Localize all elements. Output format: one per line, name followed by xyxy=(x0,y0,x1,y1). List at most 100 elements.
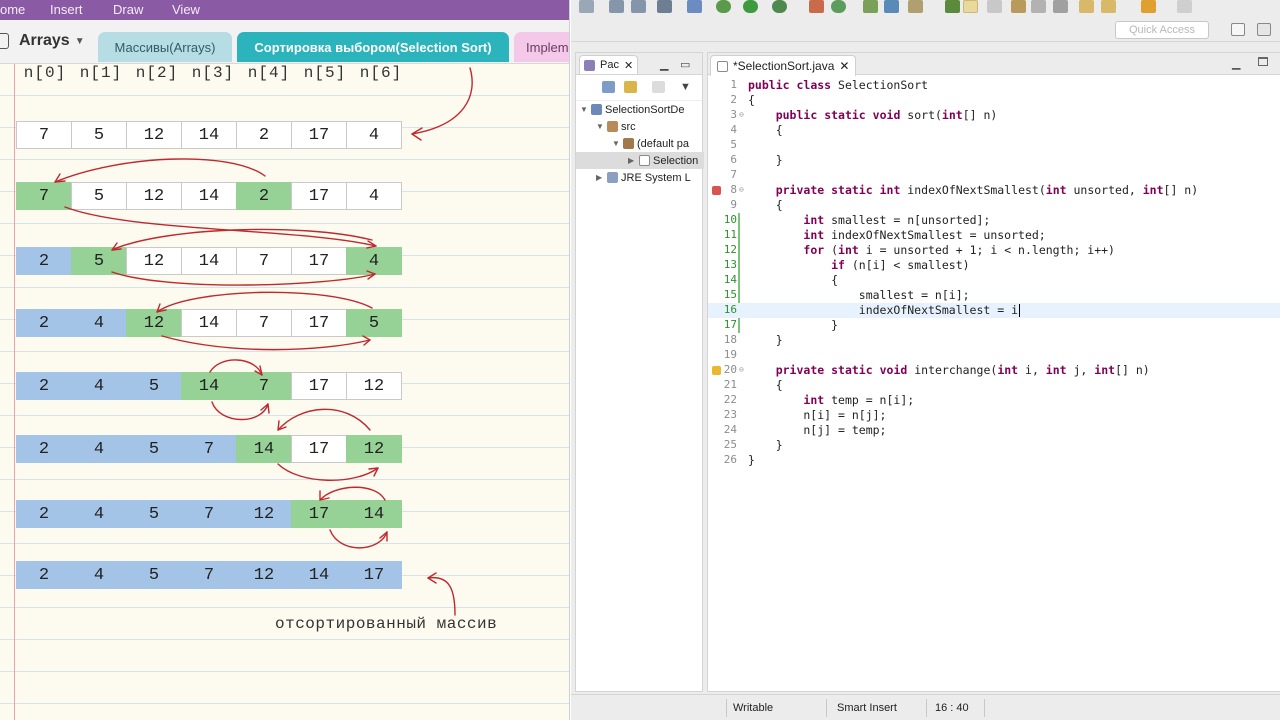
word-wrap-icon[interactable] xyxy=(1031,0,1046,13)
code-line[interactable]: 4 { xyxy=(708,123,1280,138)
code-line[interactable]: 8 ⊖ private static int indexOfNextSmalles… xyxy=(708,183,1280,198)
previous-annotation-icon[interactable] xyxy=(1079,0,1094,13)
external-tools-icon[interactable] xyxy=(809,0,824,13)
source-folder-icon xyxy=(607,121,618,132)
code-line[interactable]: 3 ⊖ public static void sort(int[] n) xyxy=(708,108,1280,123)
line-number: 18 xyxy=(723,333,737,346)
save-all-icon[interactable] xyxy=(631,0,646,13)
last-edit-location-icon[interactable] xyxy=(1101,0,1116,13)
code-line[interactable]: 1 public class SelectionSort xyxy=(708,78,1280,93)
focus-icon[interactable] xyxy=(652,81,665,93)
print-icon[interactable] xyxy=(657,0,672,13)
status-cursor-position: 16 : 40 xyxy=(935,702,969,714)
expand-arrow-icon: ▼ xyxy=(612,139,620,148)
maximize-icon[interactable]: ▭ xyxy=(680,58,690,71)
code-line[interactable]: 24 n[j] = temp; xyxy=(708,423,1280,438)
close-icon[interactable]: ✕ xyxy=(839,59,849,73)
fold-toggle-icon[interactable]: ⊖ xyxy=(739,185,744,194)
status-divider xyxy=(826,699,827,717)
tree-item-label: JRE System L xyxy=(621,171,691,184)
code-line[interactable]: 25 } xyxy=(708,438,1280,453)
code-line[interactable]: 15 smallest = n[i]; xyxy=(708,288,1280,303)
code-line[interactable]: 17 } xyxy=(708,318,1280,333)
link-with-editor-icon[interactable] xyxy=(624,81,637,93)
skip-breakpoints-icon[interactable] xyxy=(687,0,702,13)
code-line[interactable]: 5 xyxy=(708,138,1280,153)
back-icon[interactable] xyxy=(1141,0,1156,13)
line-number: 20 xyxy=(723,363,737,376)
editor-tab[interactable]: *SelectionSort.java ✕ xyxy=(710,55,857,76)
code-text: public static void sort(int[] n) xyxy=(775,108,998,122)
java-perspective-icon[interactable] xyxy=(1257,23,1271,36)
tree-item-src[interactable]: ▼ src xyxy=(596,118,636,135)
java-editor: *SelectionSort.java ✕ ▁ 1 public class Se… xyxy=(707,52,1280,692)
code-text: public class SelectionSort xyxy=(748,78,929,92)
arrow-stroke xyxy=(64,206,377,247)
package-explorer-title: Pac xyxy=(600,59,619,71)
code-line[interactable]: 6 } xyxy=(708,153,1280,168)
collapse-all-icon[interactable] xyxy=(602,81,615,93)
view-menu-icon[interactable]: ▼ xyxy=(680,81,691,93)
line-number: 26 xyxy=(723,453,737,466)
code-line[interactable]: 16 indexOfNextSmallest = i xyxy=(708,303,1280,318)
next-annotation-icon[interactable] xyxy=(1053,0,1068,13)
code-line[interactable]: 21 { xyxy=(708,378,1280,393)
fold-toggle-icon[interactable]: ⊖ xyxy=(739,365,744,374)
code-line[interactable]: 12 for (int i = unsorted + 1; i < n.leng… xyxy=(708,243,1280,258)
tree-item-project[interactable]: ▼ SelectionSortDe xyxy=(580,101,685,118)
quick-access-field[interactable]: Quick Access xyxy=(1115,21,1209,39)
code-line[interactable]: 22 int temp = n[i]; xyxy=(708,393,1280,408)
debug-icon[interactable] xyxy=(716,0,731,13)
code-line[interactable]: 11 int indexOfNextSmallest = unsorted; xyxy=(708,228,1280,243)
save-icon[interactable] xyxy=(609,0,624,13)
line-number: 5 xyxy=(730,138,737,151)
code-line[interactable]: 23 n[i] = n[j]; xyxy=(708,408,1280,423)
toggle-mark-occurrences-icon[interactable] xyxy=(963,0,978,13)
tree-item-jre-library[interactable]: ▶ JRE System L xyxy=(596,169,691,186)
line-number: 1 xyxy=(730,78,737,91)
code-line[interactable]: 14 { xyxy=(708,273,1280,288)
show-whitespace-icon[interactable] xyxy=(1011,0,1026,13)
code-line[interactable]: 10 int smallest = n[unsorted]; xyxy=(708,213,1280,228)
package-explorer-tab[interactable]: Pac ✕ xyxy=(579,55,639,74)
code-text: indexOfNextSmallest = i xyxy=(748,303,1019,317)
code-line[interactable]: 18 } xyxy=(708,333,1280,348)
code-line[interactable]: 19 xyxy=(708,348,1280,363)
toggle-block-selection-icon[interactable] xyxy=(987,0,1002,13)
open-type-icon[interactable] xyxy=(908,0,923,13)
package-explorer-icon xyxy=(584,59,595,71)
line-number: 24 xyxy=(723,423,737,436)
code-line[interactable]: 26} xyxy=(708,453,1280,468)
new-package-icon[interactable] xyxy=(863,0,878,13)
code-line[interactable]: 9 { xyxy=(708,198,1280,213)
code-line[interactable]: 2{ xyxy=(708,93,1280,108)
search-icon[interactable] xyxy=(945,0,960,13)
expand-arrow-icon: ▼ xyxy=(596,122,604,131)
code-text: } xyxy=(748,453,755,467)
open-perspective-icon[interactable] xyxy=(1231,23,1245,36)
code-line[interactable]: 20 ⊖ private static void interchange(int … xyxy=(708,363,1280,378)
fold-toggle-icon[interactable]: ⊖ xyxy=(739,110,744,119)
code-text: } xyxy=(748,438,783,452)
run-icon[interactable] xyxy=(743,0,758,13)
arrow-stroke xyxy=(329,529,388,549)
code-line[interactable]: 7 xyxy=(708,168,1280,183)
maximize-icon[interactable] xyxy=(1258,57,1268,66)
line-number: 16 xyxy=(723,303,737,316)
minimize-icon[interactable]: ▁ xyxy=(1232,57,1240,70)
minimize-icon[interactable]: ▁ xyxy=(660,58,668,71)
status-bar: Writable Smart Insert 16 : 40 xyxy=(571,694,1280,720)
code-text: { xyxy=(748,378,783,392)
code-area[interactable]: 1 public class SelectionSort 2{3 ⊖ public s… xyxy=(708,78,1280,692)
new-icon[interactable] xyxy=(579,0,594,13)
close-icon[interactable]: ✕ xyxy=(624,59,633,72)
tree-item-label: Selection xyxy=(653,154,699,167)
arrow-head xyxy=(260,403,270,414)
tree-item-default-package[interactable]: ▼ (default pa xyxy=(612,135,689,152)
new-java-project-icon[interactable] xyxy=(831,0,846,13)
forward-icon[interactable] xyxy=(1177,0,1192,13)
coverage-icon[interactable] xyxy=(772,0,787,13)
tree-item-selection-sort[interactable]: ▶ Selection xyxy=(628,152,698,169)
code-line[interactable]: 13 if (n[i] < smallest) xyxy=(708,258,1280,273)
new-class-icon[interactable] xyxy=(884,0,899,13)
